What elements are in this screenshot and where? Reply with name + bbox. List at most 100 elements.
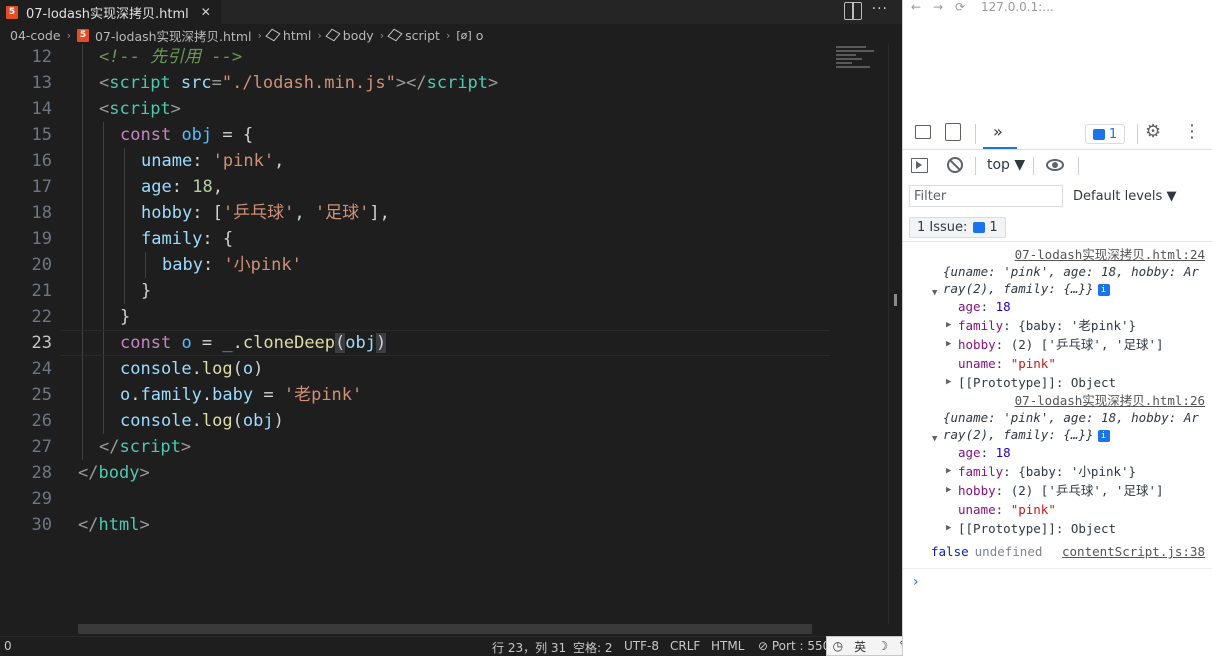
object-property: uname: "pink"	[958, 502, 1056, 517]
indent-guide	[82, 174, 83, 200]
code-line[interactable]: 13 <script src="./lodash.min.js"></script…	[0, 70, 888, 96]
object-preview[interactable]: ▼ {uname: 'pink', age: 18, hobby: Ar ray(2…	[903, 263, 1212, 298]
end-of-line[interactable]: CRLF	[670, 639, 700, 653]
inspect-element-icon[interactable]	[915, 125, 931, 139]
cursor-position[interactable]: 行 23，列 31	[492, 639, 566, 656]
indentation[interactable]: 空格: 2	[573, 639, 613, 656]
property-name: uname	[958, 502, 996, 517]
breadcrumb-body[interactable]: body	[343, 28, 374, 43]
indent-guide	[82, 330, 83, 356]
code-line[interactable]: 23 const o = _.cloneDeep(obj)	[0, 330, 888, 356]
chevron-right-icon: ›	[445, 28, 451, 42]
code-line[interactable]: 17 age: 18,	[0, 174, 888, 200]
property-name: [[Prototype]]	[958, 521, 1056, 536]
code-line[interactable]: 29	[0, 486, 888, 512]
expand-triangle-icon[interactable]: ▶	[946, 519, 951, 538]
object-preview[interactable]: ▼ {uname: 'pink', age: 18, hobby: Ar ray(2…	[903, 409, 1212, 444]
code-line[interactable]: 19 family: {	[0, 226, 888, 252]
code-text: </script>	[99, 437, 192, 457]
code-line[interactable]: 26 console.log(obj)	[0, 408, 888, 434]
breadcrumb-folder[interactable]: 04-code	[10, 28, 61, 43]
device-toolbar-icon[interactable]	[945, 123, 961, 141]
console-sidebar-icon[interactable]	[911, 158, 928, 173]
address-bar[interactable]: 127.0.0.1:...	[981, 0, 1054, 14]
code-line[interactable]: 12 <!-- 先引用 -->	[0, 44, 888, 70]
code-line[interactable]: 28 </body>	[0, 460, 888, 486]
expand-triangle-icon[interactable]: ▶	[946, 335, 951, 354]
reload-icon[interactable]: ⟳	[955, 0, 965, 14]
code-line[interactable]: 15 const obj = {	[0, 122, 888, 148]
log-levels-select[interactable]: Default levels ▼	[1073, 189, 1176, 204]
object-preview-line: ray(2), family: {…}}	[943, 427, 1094, 442]
issues-count: 1	[1108, 126, 1118, 142]
object-property[interactable]: ▶ hobby: (2) ['乒乓球', '足球']	[903, 481, 1212, 500]
source-link[interactable]: contentScript.js:38	[1062, 542, 1205, 561]
object-property[interactable]: ▶ hobby: (2) ['乒乓球', '足球']	[903, 335, 1212, 354]
indent-guide	[103, 200, 104, 226]
clear-console-icon[interactable]	[947, 157, 963, 173]
close-icon[interactable]: ✕	[201, 5, 211, 19]
ime-language[interactable]: 英	[854, 638, 866, 655]
issues-label: 1 Issue:	[917, 220, 968, 235]
gear-icon[interactable]: ⚙	[1145, 121, 1161, 142]
code-area[interactable]: 12 <!-- 先引用 --> 13 <script src="./lodash.mi…	[0, 44, 888, 538]
kebab-menu-icon[interactable]: ⋮	[1183, 121, 1201, 142]
issue-flag-icon	[1092, 128, 1105, 140]
back-icon[interactable]: ←	[911, 0, 921, 14]
breadcrumb-script[interactable]: script	[405, 28, 440, 43]
indent-guide	[82, 70, 83, 96]
object-property[interactable]: ▶ [[Prototype]]: Object	[903, 519, 1212, 538]
issues-button[interactable]: 1 Issue: 1	[909, 217, 1006, 238]
horizontal-scrollbar[interactable]	[78, 624, 812, 634]
property-value: 18	[995, 445, 1011, 460]
encoding[interactable]: UTF-8	[624, 639, 659, 653]
code-line[interactable]: 18 hobby: ['乒乓球', '足球'],	[0, 200, 888, 226]
moon-icon[interactable]: ☽	[877, 639, 888, 653]
toolbar-divider	[975, 124, 976, 144]
vertical-scrollbar[interactable]	[888, 44, 902, 624]
code-line[interactable]: 24 console.log(o)	[0, 356, 888, 382]
expand-triangle-icon[interactable]: ▶	[946, 373, 951, 392]
indent-guide	[103, 122, 104, 148]
status-left[interactable]: 0	[4, 639, 12, 653]
breadcrumb-symbol[interactable]: o	[476, 28, 484, 43]
object-property: age: 18	[958, 445, 1011, 460]
editor-tab[interactable]: 5 07-lodash实现深拷贝.html ✕	[0, 0, 221, 24]
toolbar-divider	[1078, 157, 1079, 175]
code-line[interactable]: 21}	[0, 278, 888, 304]
line-number: 13	[31, 73, 52, 93]
code-line[interactable]: 16 uname: 'pink',	[0, 148, 888, 174]
more-panels-icon[interactable]: »	[993, 122, 1003, 141]
split-editor-icon[interactable]	[844, 2, 862, 20]
object-property[interactable]: ▶ family: {baby: '小pink'}	[903, 462, 1212, 481]
issues-counter-button[interactable]: 1	[1085, 124, 1125, 144]
context-select[interactable]: top ▼	[987, 157, 1025, 173]
filter-input[interactable]	[909, 185, 1063, 207]
object-property[interactable]: ▶ [[Prototype]]: Object	[903, 373, 1212, 392]
object-property[interactable]: ▶ family: {baby: '老pink'}	[903, 316, 1212, 335]
source-link[interactable]: 07-lodash实现深拷贝.html:24	[903, 246, 1212, 263]
code-line[interactable]: 25 o.family.baby = '老pink'	[0, 382, 888, 408]
property-value: "pink"	[1010, 502, 1056, 517]
code-line[interactable]: 20 baby: '小pink'	[0, 252, 888, 278]
minimap[interactable]	[836, 44, 876, 84]
breadcrumb-file[interactable]: 07-lodash实现深拷贝.html	[95, 26, 252, 45]
forward-icon[interactable]: →	[933, 0, 943, 14]
expand-triangle-icon[interactable]: ▶	[946, 316, 951, 335]
language-mode[interactable]: HTML	[711, 639, 744, 653]
ime-logo-icon[interactable]: ◷	[833, 639, 843, 653]
info-icon[interactable]: i	[1097, 284, 1110, 296]
code-line[interactable]: 22}	[0, 304, 888, 330]
source-link[interactable]: 07-lodash实现深拷贝.html:26	[903, 392, 1212, 409]
info-icon[interactable]: i	[1097, 430, 1110, 442]
code-line[interactable]: 14 <script>	[0, 96, 888, 122]
code-line[interactable]: 30 </html>	[0, 512, 888, 538]
line-number: 20	[31, 255, 52, 275]
more-actions-icon[interactable]: ···	[872, 1, 888, 17]
expand-triangle-icon[interactable]: ▶	[946, 481, 951, 500]
expand-triangle-icon[interactable]: ▶	[946, 462, 951, 481]
live-expression-eye-icon[interactable]	[1046, 159, 1064, 171]
breadcrumb-html[interactable]: html	[283, 28, 311, 43]
code-line[interactable]: 27 </script>	[0, 434, 888, 460]
console-prompt[interactable]: ›	[913, 574, 919, 590]
